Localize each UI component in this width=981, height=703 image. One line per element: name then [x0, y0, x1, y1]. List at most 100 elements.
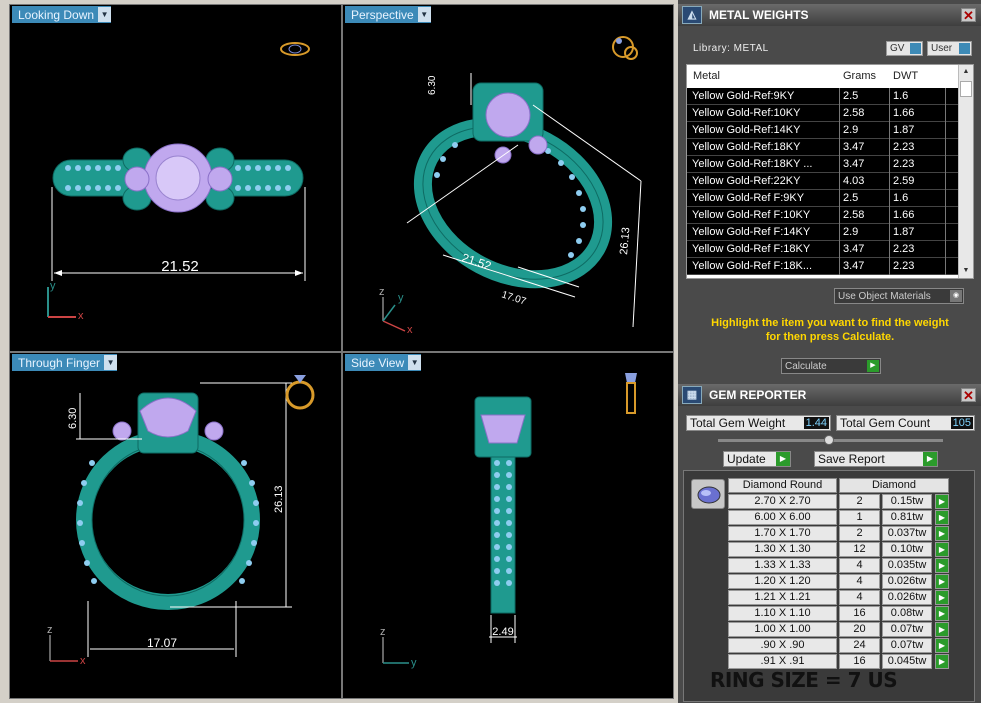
viewport-menu-looking-down[interactable]: Looking Down ▼ [12, 6, 112, 23]
metal-row[interactable]: Yellow Gold-Ref F:18K... 3.47 2.23 [687, 258, 959, 275]
metal-dwt: 2.23 [893, 158, 915, 170]
select-gem-icon[interactable]: ▶ [935, 510, 949, 525]
gem-size: 1.30 X 1.30 [728, 542, 837, 557]
viewport-menu-through-finger[interactable]: Through Finger ▼ [12, 354, 118, 371]
col-diamond: Diamond [839, 478, 949, 493]
metal-row[interactable]: Yellow Gold-Ref F:10KY 2.58 1.66 [687, 207, 959, 224]
metal-table-header: Metal Grams DWT [687, 65, 959, 87]
metal-row[interactable]: Yellow Gold-Ref:9KY 2.5 1.6 [687, 88, 959, 105]
gem-reporter-header: ▦ GEM REPORTER ✕ [678, 384, 981, 406]
svg-text:17.07: 17.07 [500, 289, 528, 307]
metal-dwt: 2.23 [893, 260, 915, 272]
metal-grams: 2.9 [843, 124, 859, 136]
use-object-materials-button[interactable]: Use Object Materials ◉ [834, 288, 964, 304]
gem-weight: 0.035tw [882, 558, 932, 573]
select-gem-icon[interactable]: ▶ [935, 654, 949, 669]
metal-weights-title: METAL WEIGHTS [709, 8, 809, 22]
svg-text:y: y [398, 292, 404, 304]
svg-text:y: y [50, 280, 56, 292]
viewport-menu-perspective[interactable]: Perspective ▼ [345, 6, 431, 23]
metal-name: Yellow Gold-Ref F:9KY [692, 192, 805, 204]
close-icon[interactable]: ✕ [961, 8, 976, 22]
gem-reporter-title: GEM REPORTER [709, 388, 807, 402]
gem-weight: 0.045tw [882, 654, 932, 669]
metal-row[interactable]: Yellow Gold-Ref:14KY 2.9 1.87 [687, 122, 959, 139]
select-gem-icon[interactable]: ▶ [935, 558, 949, 573]
viewport-side-view[interactable]: 2.49 z y Side View ▼ [342, 352, 674, 699]
gem-count: 2 [839, 526, 880, 541]
metal-dwt: 1.87 [893, 226, 915, 238]
metal-grams: 3.47 [843, 243, 865, 255]
gem-count: 12 [839, 542, 880, 557]
svg-text:x: x [78, 310, 84, 322]
viewport-perspective[interactable]: 6.30 21.52 26.13 17.07 z y x Perspective… [342, 4, 674, 352]
gem-reporter-icon: ▦ [682, 386, 702, 404]
gem-row: .90 X .90 24 0.07tw ▶ [728, 638, 949, 654]
slider-thumb[interactable] [824, 435, 834, 445]
select-gem-icon[interactable]: ▶ [935, 574, 949, 589]
metal-dwt: 1.66 [893, 209, 915, 221]
hint-line-2: for then press Calculate. [765, 331, 895, 343]
metal-row[interactable]: Yellow Gold-Ref F:18KY 3.47 2.23 [687, 241, 959, 258]
metal-row[interactable]: Yellow Gold-Ref:18KY 3.47 2.23 [687, 139, 959, 156]
scrollbar[interactable]: ▲ ▼ [958, 65, 973, 278]
metal-grams: 3.47 [843, 260, 865, 272]
metal-table[interactable]: Metal Grams DWT Yellow Gold-Ref:9KY 2.5 1.… [686, 64, 974, 279]
scroll-up-icon[interactable]: ▲ [960, 66, 972, 78]
metal-row[interactable]: Yellow Gold-Ref:22KY 4.03 2.59 [687, 173, 959, 190]
scroll-thumb[interactable] [960, 81, 972, 97]
metal-dwt: 1.6 [893, 192, 909, 204]
metal-name: Yellow Gold-Ref F:18KY [692, 243, 811, 255]
chevron-down-icon: ▼ [417, 7, 431, 22]
col-dwt: DWT [893, 70, 919, 82]
select-gem-icon[interactable]: ▶ [935, 638, 949, 653]
metal-name: Yellow Gold-Ref:18KY ... [692, 158, 813, 170]
select-gem-icon[interactable]: ▶ [935, 622, 949, 637]
ring-thumbnail-icon [612, 36, 638, 60]
metal-row[interactable]: Yellow Gold-Ref:10KY 2.58 1.66 [687, 105, 959, 122]
metal-dwt: 2.23 [893, 141, 915, 153]
scroll-down-icon[interactable]: ▼ [960, 265, 972, 277]
metal-row[interactable]: Yellow Gold-Ref F:9KY 2.5 1.6 [687, 190, 959, 207]
viewport-through-finger[interactable]: 6.30 26.13 17.07 z x Through Finger ▼ [9, 352, 342, 699]
metal-name: Yellow Gold-Ref:14KY [692, 124, 801, 136]
gv-toggle[interactable]: GV [886, 41, 923, 56]
gem-row: 1.33 X 1.33 4 0.035tw ▶ [728, 558, 949, 574]
viewport-menu-side-view[interactable]: Side View ▼ [345, 354, 422, 371]
gem-weight: 0.07tw [882, 638, 932, 653]
close-icon[interactable]: ✕ [961, 388, 976, 402]
chevron-down-icon: ▼ [104, 355, 118, 370]
gem-size: .90 X .90 [728, 638, 837, 653]
select-gem-icon[interactable]: ▶ [935, 590, 949, 605]
size-slider[interactable] [718, 435, 943, 445]
hint-line-1: Highlight the item you want to find the … [711, 317, 949, 329]
metal-grams: 3.47 [843, 141, 865, 153]
metal-dwt: 1.87 [893, 124, 915, 136]
update-button[interactable]: Update ▶ [723, 451, 791, 467]
select-gem-icon[interactable]: ▶ [935, 494, 949, 509]
select-gem-icon[interactable]: ▶ [935, 526, 949, 541]
gem-row: 1.70 X 1.70 2 0.037tw ▶ [728, 526, 949, 542]
select-gem-icon[interactable]: ▶ [935, 542, 949, 557]
metal-row[interactable]: Yellow Gold-Ref F:14KY 2.9 1.87 [687, 224, 959, 241]
metal-name: Yellow Gold-Ref F:10KY [692, 209, 811, 221]
calculate-button[interactable]: Calculate ▶ [781, 358, 881, 374]
gem-row: 1.30 X 1.30 12 0.10tw ▶ [728, 542, 949, 558]
play-icon: ▶ [923, 452, 937, 466]
save-report-button[interactable]: Save Report ▶ [814, 451, 938, 467]
gem-row: 1.20 X 1.20 4 0.026tw ▶ [728, 574, 949, 590]
ring-thumbnail-icon [625, 373, 637, 414]
viewport-looking-down[interactable]: 21.52 y x Looking Down ▼ [9, 4, 342, 352]
gem-count: 20 [839, 622, 880, 637]
ring-thumbnail-icon [285, 375, 315, 410]
col-diamond-round: Diamond Round [728, 478, 837, 493]
svg-text:6.30: 6.30 [67, 408, 79, 429]
gem-count: 4 [839, 558, 880, 573]
col-metal: Metal [693, 70, 720, 82]
library-label: Library: METAL [693, 43, 769, 54]
metal-grams: 2.9 [843, 226, 859, 238]
metal-row[interactable]: Yellow Gold-Ref:18KY ... 3.47 2.23 [687, 156, 959, 173]
user-toggle[interactable]: User [927, 41, 972, 56]
select-gem-icon[interactable]: ▶ [935, 606, 949, 621]
gem-row: 1.21 X 1.21 4 0.026tw ▶ [728, 590, 949, 606]
